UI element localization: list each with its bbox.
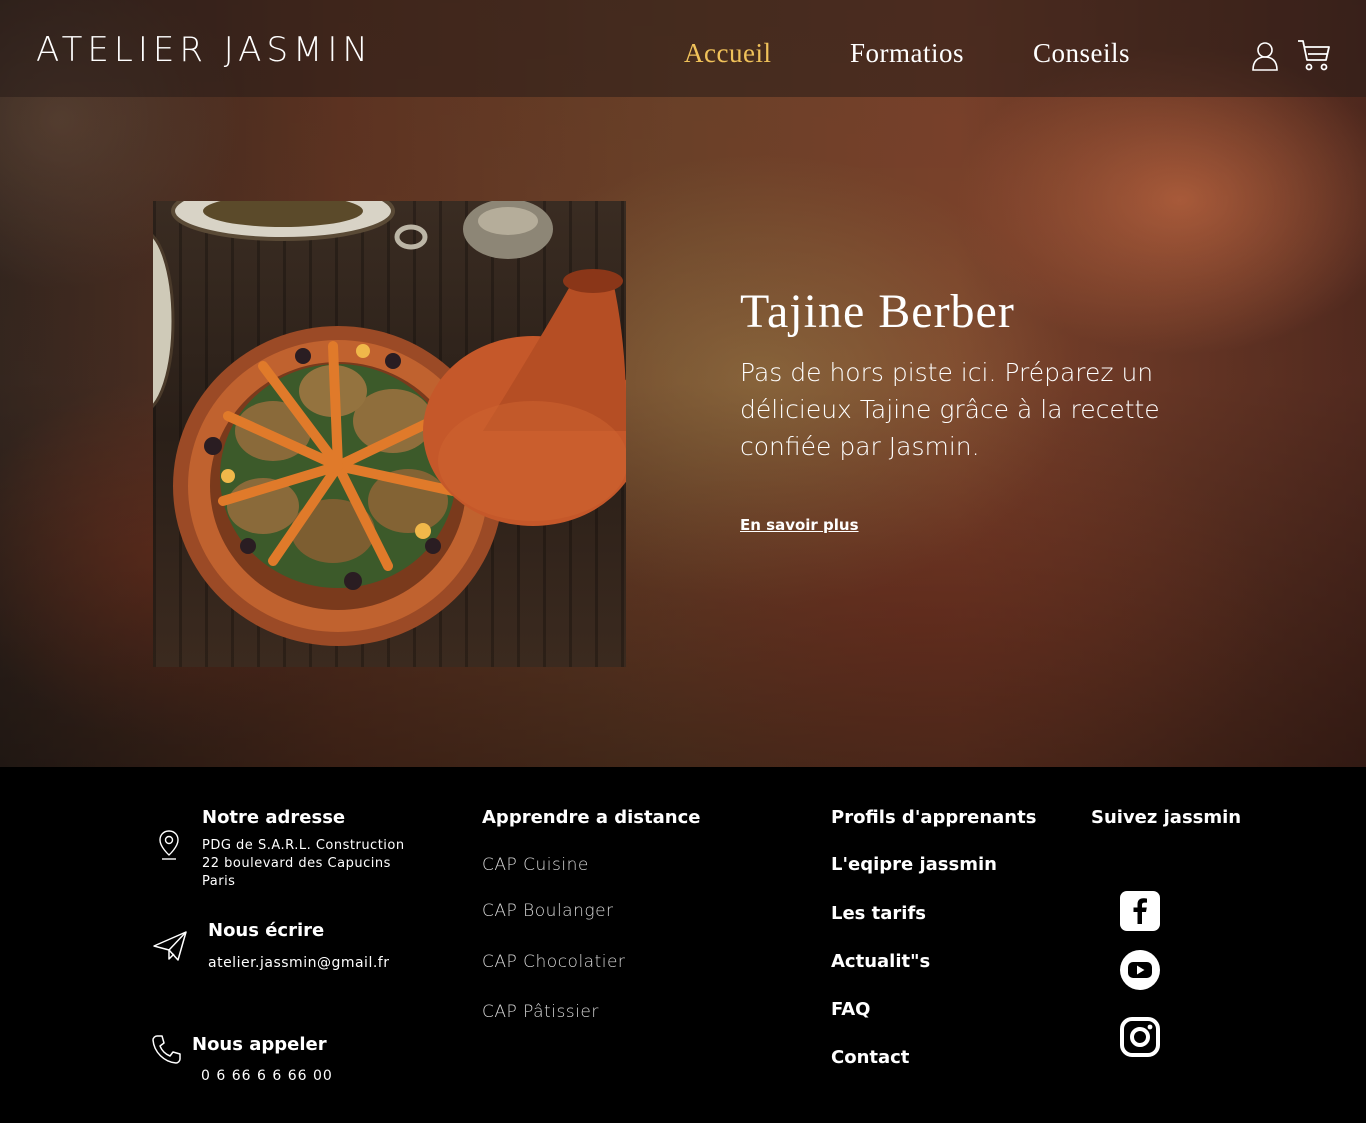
hero-title: Tajine Berber: [740, 285, 1015, 338]
footer-link-tarifs[interactable]: Les tarifs: [831, 903, 926, 924]
tajine-image: [153, 201, 626, 667]
social-heading: Suivez jassmin: [1091, 807, 1242, 828]
learn-link-cap-boulanger[interactable]: CAP Boulanger: [482, 901, 614, 921]
address-heading: Notre adresse: [202, 807, 346, 828]
footer-link-actualites[interactable]: Actualit"s: [831, 951, 930, 972]
contact-phone[interactable]: 0 6 66 6 6 66 00: [201, 1067, 333, 1085]
learn-heading: Apprendre a distance: [482, 807, 701, 828]
hero-section: ATELIER JASMIN Accueil Formatios Conseil…: [0, 0, 1366, 767]
nav-item-formatios[interactable]: Formatios: [850, 38, 964, 69]
footer-link-faq[interactable]: FAQ: [831, 999, 870, 1020]
nav-item-conseils[interactable]: Conseils: [1033, 38, 1130, 69]
facebook-icon[interactable]: [1120, 891, 1160, 931]
write-heading: Nous écrire: [208, 920, 325, 941]
cart-icon[interactable]: [1296, 38, 1332, 72]
learn-link-cap-cuisine[interactable]: CAP Cuisine: [482, 855, 589, 875]
instagram-icon[interactable]: [1120, 1017, 1160, 1057]
youtube-icon[interactable]: [1120, 950, 1160, 990]
footer-link-equipe[interactable]: L'eqipre jassmin: [831, 854, 997, 875]
contact-email[interactable]: atelier.jassmin@gmail.fr: [208, 954, 389, 972]
site-header: ATELIER JASMIN Accueil Formatios Conseil…: [0, 0, 1366, 97]
address-line-2: 22 boulevard des Capucins: [202, 856, 391, 871]
footer-link-contact[interactable]: Contact: [831, 1047, 909, 1068]
phone-icon: [152, 1035, 181, 1064]
location-pin-icon: [159, 830, 179, 860]
learn-link-cap-patissier[interactable]: CAP Pâtissier: [482, 1002, 599, 1022]
footer-link-profils[interactable]: Profils d'apprenants: [831, 807, 1036, 828]
call-heading: Nous appeler: [192, 1034, 327, 1055]
hero-description: Pas de hors piste ici. Préparez un délic…: [740, 358, 1160, 461]
learn-link-cap-chocolatier[interactable]: CAP Chocolatier: [482, 952, 625, 972]
site-footer: Notre adresse PDG de S.A.R.L. Constructi…: [0, 767, 1366, 1123]
user-icon[interactable]: [1250, 40, 1280, 72]
address-line-3: Paris: [202, 874, 236, 889]
nav-item-accueil[interactable]: Accueil: [684, 38, 771, 69]
learn-more-link[interactable]: En savoir plus: [740, 516, 859, 534]
address-line-1: PDG de S.A.R.L. Construction: [202, 838, 405, 853]
paper-plane-icon: [153, 931, 187, 961]
site-logo[interactable]: ATELIER JASMIN: [36, 30, 373, 70]
